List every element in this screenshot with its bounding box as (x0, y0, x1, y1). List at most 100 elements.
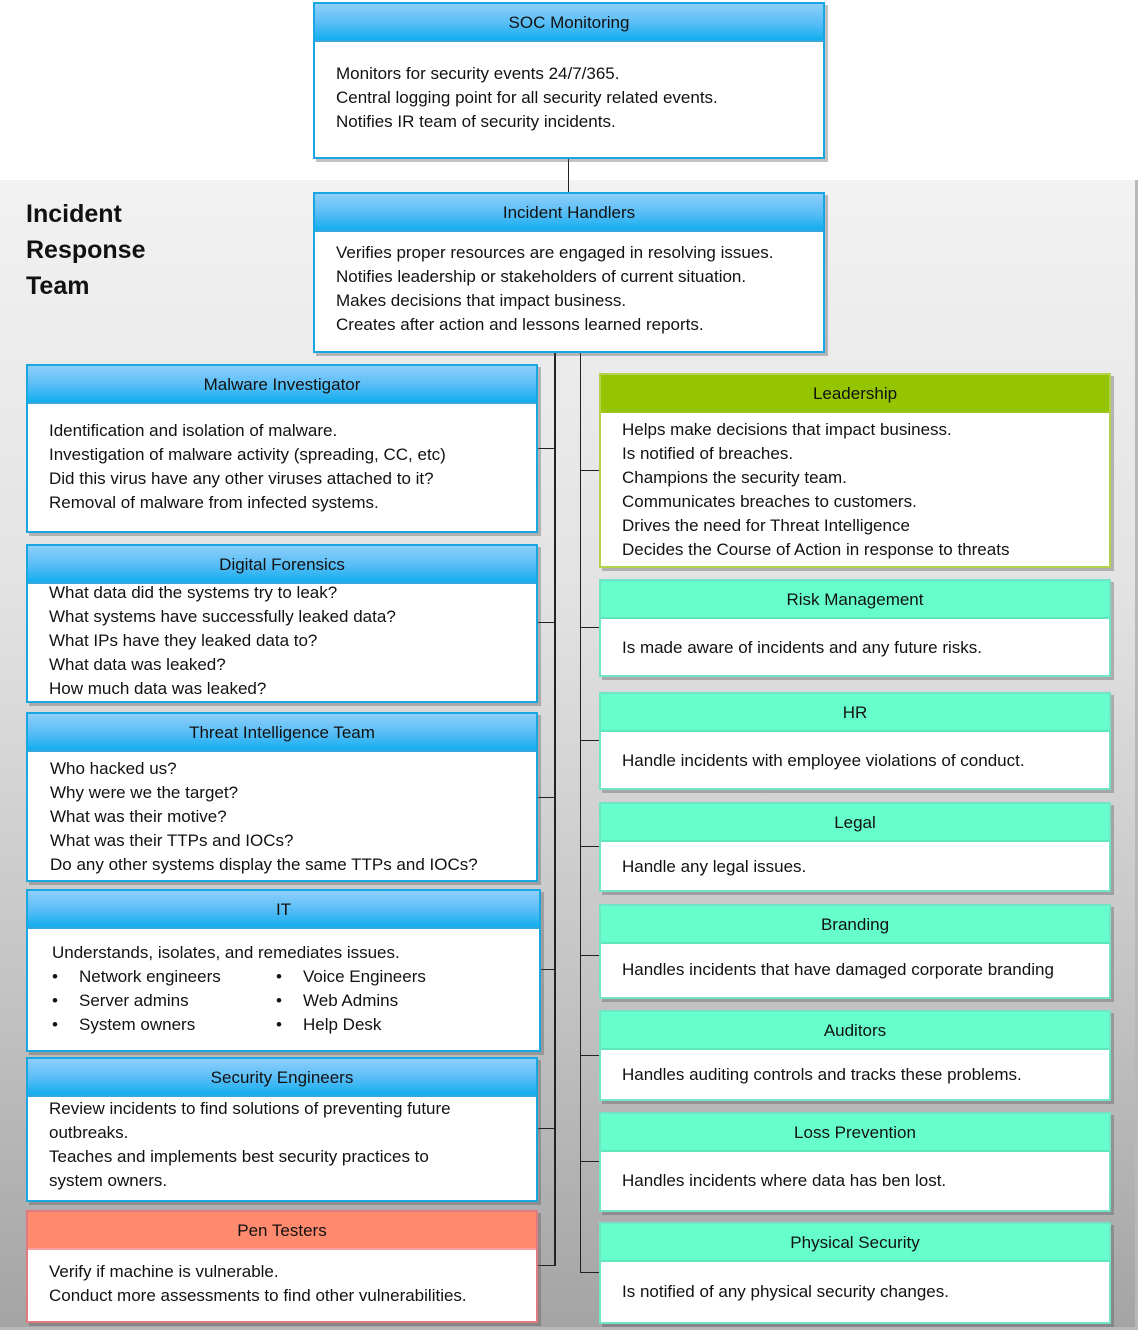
node-title: Malware Investigator (28, 366, 536, 404)
it-node: IT Understands, isolates, and remediates… (26, 889, 541, 1052)
hr-node: HR Handle incidents with employee violat… (599, 692, 1111, 790)
it-roles-list-2: Voice Engineers Web Admins Help Desk (276, 965, 426, 1037)
list-item: Help Desk (276, 1013, 426, 1037)
node-line: What data did the systems try to leak? (49, 583, 338, 602)
list-item: System owners (52, 1013, 276, 1037)
node-line: Verifies proper resources are engaged in… (336, 243, 774, 262)
node-line: How much data was leaked? (49, 679, 267, 698)
node-line: Identification and isolation of malware. (49, 421, 338, 440)
node-line: Handles incidents that have damaged corp… (622, 960, 1054, 979)
node-line: Decides the Course of Action in response… (622, 540, 1010, 559)
connector-physical-security (580, 1272, 600, 1273)
node-line: Handle any legal issues. (622, 857, 807, 876)
node-line: Who hacked us? (50, 759, 177, 778)
branding-node: Branding Handles incidents that have dam… (599, 904, 1111, 999)
node-line: Do any other systems display the same TT… (50, 855, 478, 874)
node-title: Threat Intelligence Team (28, 714, 536, 752)
node-line: Champions the security team. (622, 468, 847, 487)
node-line: outbreaks. (49, 1123, 129, 1142)
node-line: system owners. (49, 1171, 168, 1190)
team-title: Incident Response Team (26, 196, 145, 304)
leadership-node: Leadership Helps make decisions that imp… (599, 373, 1111, 568)
threat-intelligence-node: Threat Intelligence Team Who hacked us? … (26, 712, 538, 882)
soc-monitoring-node: SOC Monitoring Monitors for security eve… (313, 2, 825, 159)
node-line: Handle incidents with employee violation… (622, 751, 1025, 770)
auditors-node: Auditors Handles auditing controls and t… (599, 1010, 1111, 1101)
node-line: Is notified of any physical security cha… (622, 1282, 949, 1301)
node-line: Verify if machine is vulnerable. (49, 1262, 279, 1281)
team-title-line: Team (26, 272, 90, 300)
node-line: Is notified of breaches. (622, 444, 794, 463)
node-line: Review incidents to find solutions of pr… (49, 1099, 451, 1118)
node-line: Conduct more assessments to find other v… (49, 1286, 467, 1305)
node-line: Helps make decisions that impact busines… (622, 420, 952, 439)
node-title: Pen Testers (28, 1212, 536, 1250)
incident-handlers-node: Incident Handlers Verifies proper resour… (313, 192, 825, 353)
list-item: Voice Engineers (276, 965, 426, 989)
pen-testers-node: Pen Testers Verify if machine is vulnera… (26, 1210, 538, 1323)
node-line: Central logging point for all security r… (336, 88, 718, 107)
node-title: IT (28, 891, 539, 929)
node-title: Security Engineers (28, 1059, 536, 1097)
connector-it (540, 969, 554, 970)
connector-auditors (580, 1055, 600, 1056)
digital-forensics-node: Digital Forensics What data did the syst… (26, 544, 538, 703)
node-title: Risk Management (601, 581, 1109, 619)
node-title: Leadership (601, 375, 1109, 413)
node-line: Monitors for security events 24/7/365. (336, 64, 620, 83)
connector-right-trunk (580, 352, 581, 1272)
loss-prevention-node: Loss Prevention Handles incidents where … (599, 1112, 1111, 1212)
node-title: HR (601, 694, 1109, 732)
node-line: Understands, isolates, and remediates is… (52, 943, 400, 962)
node-line: Investigation of malware activity (sprea… (49, 445, 446, 464)
risk-management-node: Risk Management Is made aware of inciden… (599, 579, 1111, 677)
team-title-line: Incident (26, 200, 122, 228)
node-line: Teaches and implements best security pra… (49, 1147, 429, 1166)
node-line: Handles incidents where data has ben los… (622, 1171, 947, 1190)
physical-security-node: Physical Security Is notified of any phy… (599, 1222, 1111, 1324)
connector-pen-testers (536, 1265, 554, 1266)
node-line: What was their TTPs and IOCs? (50, 831, 294, 850)
node-line: What data was leaked? (49, 655, 226, 674)
node-line: Makes decisions that impact business. (336, 291, 627, 310)
node-line: Drives the need for Threat Intelligence (622, 516, 910, 535)
node-line: Notifies leadership or stakeholders of c… (336, 267, 747, 286)
node-title: SOC Monitoring (315, 4, 823, 42)
node-line: Why were we the target? (50, 783, 239, 802)
list-item: Server admins (52, 989, 276, 1013)
node-line: Communicates breaches to customers. (622, 492, 917, 511)
connector-left-trunk (554, 352, 556, 1266)
connector-malware (536, 448, 554, 449)
malware-investigator-node: Malware Investigator Identification and … (26, 364, 538, 533)
node-line: Handles auditing controls and tracks the… (622, 1065, 1022, 1084)
connector-sec-eng (536, 1128, 554, 1129)
connector-soc-to-handlers (568, 158, 569, 194)
team-title-line: Response (26, 236, 146, 264)
connector-loss-prevention (580, 1161, 600, 1162)
node-title: Legal (601, 804, 1109, 842)
node-line: Removal of malware from infected systems… (49, 493, 379, 512)
connector-hr (580, 740, 600, 741)
node-title: Digital Forensics (28, 546, 536, 584)
node-line: What systems have successfully leaked da… (49, 607, 396, 626)
connector-legal (580, 846, 600, 847)
node-line: Is made aware of incidents and any futur… (622, 638, 983, 657)
node-title: Branding (601, 906, 1109, 944)
connector-leadership (580, 470, 600, 471)
node-title: Incident Handlers (315, 194, 823, 232)
security-engineers-node: Security Engineers Review incidents to f… (26, 1057, 538, 1202)
node-line: Notifies IR team of security incidents. (336, 112, 616, 131)
list-item: Network engineers (52, 965, 276, 989)
node-line: Did this virus have any other viruses at… (49, 469, 434, 488)
list-item: Web Admins (276, 989, 426, 1013)
node-title: Loss Prevention (601, 1114, 1109, 1152)
connector-risk (580, 627, 600, 628)
connector-branding (580, 955, 600, 956)
node-line: What IPs have they leaked data to? (49, 631, 318, 650)
node-line: What was their motive? (50, 807, 227, 826)
it-roles-list-1: Network engineers Server admins System o… (52, 965, 276, 1037)
node-title: Physical Security (601, 1224, 1109, 1262)
node-title: Auditors (601, 1012, 1109, 1050)
legal-node: Legal Handle any legal issues. (599, 802, 1111, 892)
node-line: Creates after action and lessons learned… (336, 315, 704, 334)
